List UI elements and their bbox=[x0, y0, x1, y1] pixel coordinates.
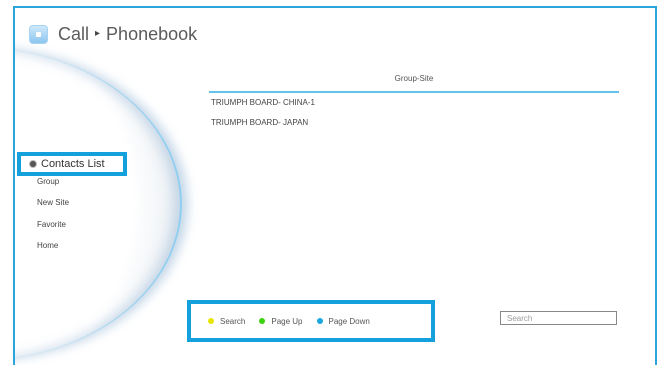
list-item[interactable]: TRIUMPH BOARD- JAPAN bbox=[211, 118, 308, 127]
action-label: Page Down bbox=[328, 316, 370, 326]
list-header: Group-Site bbox=[209, 74, 619, 93]
menu-item-new-site[interactable]: New Site bbox=[37, 198, 69, 207]
breadcrumb-separator-icon: ▸ bbox=[95, 27, 101, 39]
blue-dot-icon bbox=[316, 318, 323, 324]
action-bar: Search Page Up Page Down bbox=[187, 300, 435, 342]
action-label: Page Up bbox=[271, 316, 303, 326]
page-up-action[interactable]: Page Up bbox=[259, 316, 303, 326]
search-input[interactable] bbox=[500, 311, 617, 325]
phonebook-screen: Call ▸ Phonebook Contacts List Group New… bbox=[13, 6, 657, 365]
phone-app-icon[interactable] bbox=[29, 24, 48, 44]
yellow-dot-icon bbox=[208, 318, 214, 324]
list-item[interactable]: TRIUMPH BOARD- CHINA-1 bbox=[211, 98, 315, 107]
menu-item-group[interactable]: Group bbox=[37, 177, 59, 186]
header: Call ▸ Phonebook bbox=[29, 22, 197, 46]
decorative-arc bbox=[15, 8, 205, 365]
action-label: Search bbox=[220, 316, 246, 326]
breadcrumb-call[interactable]: Call bbox=[58, 24, 89, 45]
menu-item-home[interactable]: Home bbox=[37, 241, 58, 250]
page-title: Phonebook bbox=[106, 23, 198, 44]
menu-item-label: Contacts List bbox=[41, 158, 105, 170]
search-action[interactable]: Search bbox=[208, 317, 245, 326]
menu-item-favorite[interactable]: Favorite bbox=[37, 220, 66, 229]
menu-item-contacts-list[interactable]: Contacts List bbox=[17, 152, 127, 176]
page-down-action[interactable]: Page Down bbox=[316, 316, 370, 326]
selected-dot-icon bbox=[30, 161, 36, 167]
green-dot-icon bbox=[259, 318, 266, 324]
